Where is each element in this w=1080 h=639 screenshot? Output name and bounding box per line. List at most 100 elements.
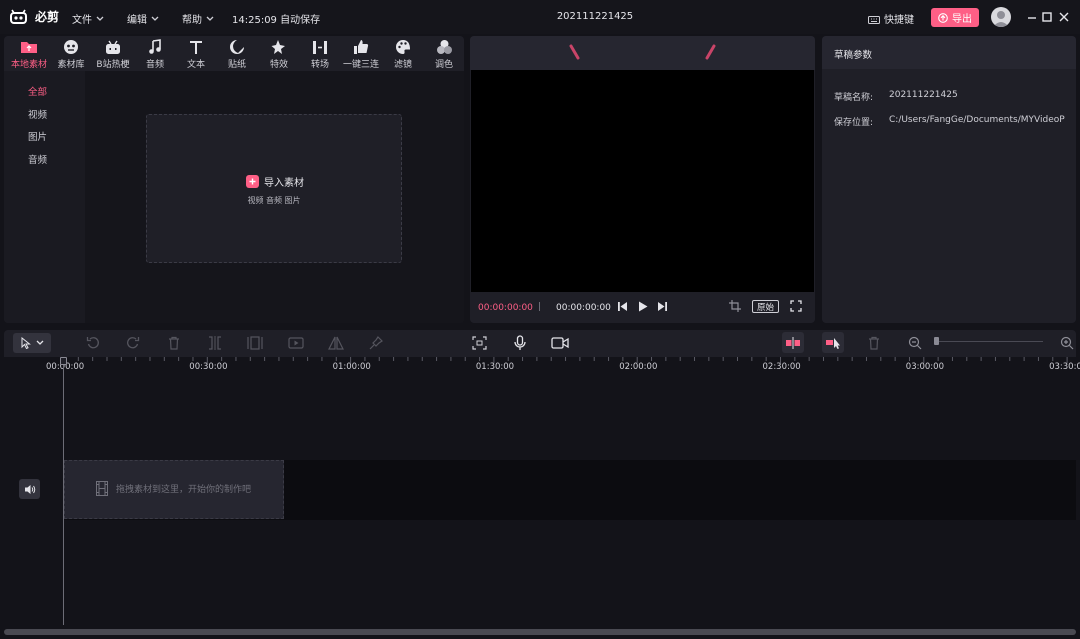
save-path-label: 保存位置: xyxy=(834,118,874,128)
zoom-out-button[interactable] xyxy=(906,335,924,351)
menu-file[interactable]: 文件 xyxy=(72,11,104,26)
avatar[interactable] xyxy=(991,7,1011,27)
zoom-slider-track[interactable] xyxy=(936,341,1043,342)
tab-effects[interactable]: 特效 xyxy=(256,38,302,70)
track-mute-button[interactable] xyxy=(19,479,40,499)
mirror-icon xyxy=(328,336,344,350)
speaker-icon xyxy=(24,484,35,494)
draft-name-value: 202111221425 xyxy=(889,90,958,100)
undo-button[interactable] xyxy=(84,335,102,351)
material-library-icon xyxy=(64,40,78,54)
upload-icon xyxy=(938,12,948,23)
tab-filters[interactable]: 滤镜 xyxy=(380,38,426,70)
tab-text[interactable]: 文本 xyxy=(173,38,219,70)
effects-star-icon xyxy=(271,40,285,54)
ruler-time-label: 03:30:00 xyxy=(1049,362,1080,372)
shortcut-button[interactable]: 快捷键 xyxy=(868,11,914,26)
crop-icon xyxy=(729,300,741,312)
mirror-button[interactable] xyxy=(327,335,345,351)
previous-frame-button[interactable] xyxy=(617,301,628,312)
save-path-value: C:/Users/FangGe/Documents/MYVideoP xyxy=(889,115,1065,125)
select-tool-dropdown[interactable] xyxy=(13,333,51,353)
freeze-frame-icon xyxy=(247,336,263,350)
category-video[interactable]: 视频 xyxy=(28,107,47,121)
category-image[interactable]: 图片 xyxy=(28,129,47,143)
zoom-slider-handle[interactable] xyxy=(934,337,939,345)
sticker-icon xyxy=(230,40,244,54)
export-button[interactable]: 导出 xyxy=(931,8,979,27)
user-icon xyxy=(993,11,1009,27)
color-adjust-icon xyxy=(436,40,452,54)
camera-icon xyxy=(551,337,569,349)
tab-stickers[interactable]: 贴纸 xyxy=(214,38,260,70)
ruler-time-label: 02:00:00 xyxy=(619,362,658,372)
freeze-frame-button[interactable] xyxy=(246,335,264,351)
tab-color-grading[interactable]: 调色 xyxy=(421,38,467,70)
tab-material-library[interactable]: 素材库 xyxy=(48,38,94,70)
reverse-button[interactable] xyxy=(287,335,305,351)
crop-button[interactable] xyxy=(729,300,741,312)
transition-icon xyxy=(313,40,327,54)
close-button[interactable] xyxy=(1057,10,1071,24)
original-ratio-button[interactable]: 原始 xyxy=(752,300,779,313)
import-media-button[interactable]: 导入素材 xyxy=(246,174,304,189)
chevron-down-icon xyxy=(151,16,159,21)
track-drop-hint: 拖拽素材到这里，开始你的制作吧 xyxy=(96,481,251,496)
skip-back-icon xyxy=(618,302,627,311)
time-separator xyxy=(539,302,540,311)
app-name: 必剪 xyxy=(35,10,60,24)
tab-audio[interactable]: 音频 xyxy=(132,38,178,70)
category-all[interactable]: 全部 xyxy=(28,84,47,98)
maximize-button[interactable] xyxy=(1040,10,1054,24)
redo-icon xyxy=(127,337,140,349)
thumbs-up-icon xyxy=(354,40,369,54)
ruler-time-label: 01:30:00 xyxy=(475,362,515,372)
app-logo-icon xyxy=(10,9,27,24)
category-audio[interactable]: 音频 xyxy=(28,152,47,166)
tab-bilibili-memes[interactable]: B站热梗 xyxy=(90,38,136,70)
ruler-time-label: 02:30:00 xyxy=(762,362,801,372)
video-preview-screen[interactable] xyxy=(471,70,814,292)
tab-local-media[interactable]: 本地素材 xyxy=(6,38,52,70)
chevron-down-icon xyxy=(206,16,214,21)
split-button[interactable] xyxy=(206,335,224,351)
play-button[interactable] xyxy=(638,301,648,312)
minimize-button[interactable] xyxy=(1025,10,1039,24)
menu-help[interactable]: 帮助 xyxy=(182,11,214,26)
preview-header xyxy=(470,36,815,70)
timeline-delete-button[interactable] xyxy=(865,335,883,351)
timeline-horizontal-scrollbar[interactable] xyxy=(4,629,1076,635)
pin-icon xyxy=(369,336,383,350)
redo-button[interactable] xyxy=(124,335,142,351)
current-time: 00:00:00:00 xyxy=(478,303,533,313)
fullscreen-button[interactable] xyxy=(790,300,802,312)
record-camera-button[interactable] xyxy=(551,335,569,351)
zoom-in-icon xyxy=(1060,336,1074,350)
text-icon xyxy=(190,40,202,54)
zoom-in-button[interactable] xyxy=(1058,335,1076,351)
folder-icon xyxy=(21,42,37,53)
screen-capture-button[interactable] xyxy=(470,335,488,351)
keyboard-icon xyxy=(868,15,880,24)
linkage-toggle-button[interactable] xyxy=(822,332,844,353)
tab-transitions[interactable]: 转场 xyxy=(297,38,343,70)
snap-toggle-button[interactable] xyxy=(782,332,804,353)
fullscreen-icon xyxy=(790,300,802,312)
undo-icon xyxy=(86,337,99,349)
bilibili-ear-icon xyxy=(705,44,716,60)
menu-edit[interactable]: 编辑 xyxy=(127,11,159,26)
record-voice-button[interactable] xyxy=(511,335,529,351)
app-logo: 必剪 xyxy=(10,8,59,25)
skip-forward-icon xyxy=(658,302,667,311)
snap-icon xyxy=(786,336,800,349)
delete-button[interactable] xyxy=(165,335,183,351)
microphone-icon xyxy=(514,335,526,350)
tab-triple-combo[interactable]: 一键三连 xyxy=(338,38,384,70)
chevron-down-icon xyxy=(36,340,43,345)
close-icon xyxy=(1059,12,1069,22)
project-title: 202111221425 xyxy=(556,11,634,22)
autosave-status: 14:25:09 自动保存 xyxy=(232,15,321,26)
next-frame-button[interactable] xyxy=(657,301,668,312)
pin-button[interactable] xyxy=(367,335,385,351)
playhead-handle[interactable] xyxy=(60,357,67,365)
